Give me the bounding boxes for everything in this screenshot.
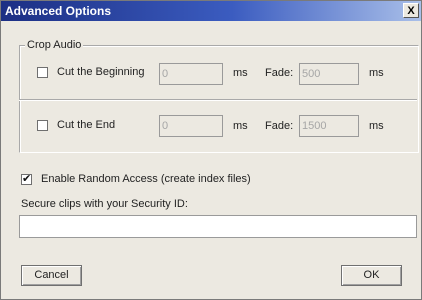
cut-beginning-label: Cut the Beginning bbox=[57, 66, 145, 78]
security-id-label: Secure clips with your Security ID: bbox=[21, 198, 188, 210]
cut-end-unit: ms bbox=[233, 120, 248, 132]
crop-divider bbox=[19, 99, 417, 101]
advanced-options-dialog: Advanced Options X Crop Audio Cut the Be… bbox=[0, 0, 422, 300]
cut-beginning-checkbox[interactable] bbox=[37, 67, 48, 78]
random-access-label: Enable Random Access (create index files… bbox=[41, 173, 251, 185]
beginning-fade-label: Fade: bbox=[265, 67, 294, 79]
ok-button[interactable]: OK bbox=[341, 265, 402, 286]
crop-audio-legend: Crop Audio bbox=[25, 39, 84, 51]
beginning-fade-unit: ms bbox=[369, 67, 384, 79]
window-title: Advanced Options bbox=[5, 4, 112, 18]
end-fade-label: Fade: bbox=[265, 120, 294, 132]
cut-end-label: Cut the End bbox=[57, 119, 116, 131]
cut-end-checkbox[interactable] bbox=[37, 120, 48, 131]
security-id-input[interactable] bbox=[19, 215, 417, 238]
cut-beginning-unit: ms bbox=[233, 67, 248, 79]
close-button[interactable]: X bbox=[403, 3, 419, 18]
cut-beginning-input[interactable]: 0 bbox=[159, 63, 223, 85]
cut-end-input[interactable]: 0 bbox=[159, 115, 223, 137]
title-bar: Advanced Options X bbox=[1, 1, 421, 21]
beginning-fade-input[interactable]: 500 bbox=[299, 63, 359, 85]
cancel-button[interactable]: Cancel bbox=[21, 265, 82, 286]
end-fade-unit: ms bbox=[369, 120, 384, 132]
random-access-checkbox[interactable] bbox=[21, 172, 32, 185]
end-fade-input[interactable]: 1500 bbox=[299, 115, 359, 137]
